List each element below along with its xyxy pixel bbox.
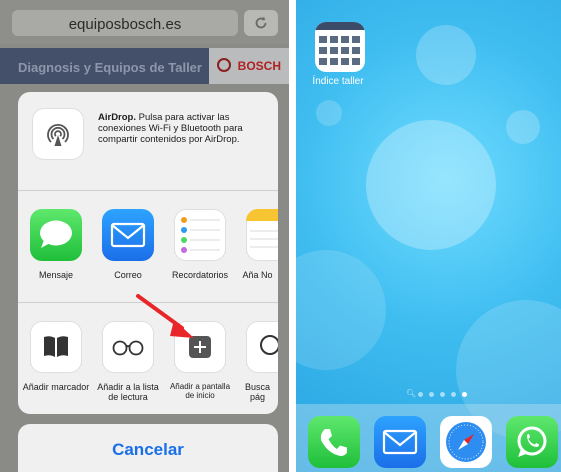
airdrop-title: AirDrop. (98, 112, 136, 123)
share-app-notes[interactable]: Aña No (237, 209, 278, 280)
messages-icon (30, 209, 82, 261)
airdrop-description: AirDrop. Pulsa para activar las conexion… (98, 112, 270, 145)
share-app-messages[interactable]: Mensaje (21, 209, 91, 280)
home-screen: Índice taller 🔍︎ (296, 0, 561, 472)
share-app-mail[interactable]: Correo (93, 209, 163, 280)
page-dot (429, 392, 434, 397)
action-search-page[interactable]: Busca pág (237, 321, 278, 402)
action-label: Añadir marcador (22, 382, 90, 392)
home-app-indice-taller[interactable]: Índice taller (312, 22, 368, 87)
share-app-label: Correo (114, 270, 142, 280)
share-sheet-screen: equiposbosch.es Diagnosis y Equipos de T… (0, 0, 289, 472)
reload-button[interactable] (244, 10, 278, 36)
reload-icon (255, 16, 267, 29)
action-label: Busca pág (244, 382, 270, 402)
search-icon (246, 321, 278, 373)
whatsapp-icon[interactable] (506, 416, 558, 468)
share-app-reminders[interactable]: Recordatorios (165, 209, 235, 280)
page-dot (418, 392, 423, 397)
action-label: Añadir a pantalla de inicio (169, 382, 231, 400)
home-app-label: Índice taller (312, 76, 364, 87)
mail-icon (102, 209, 154, 261)
share-app-label: Recordatorios (171, 270, 229, 280)
phone-icon[interactable] (308, 416, 360, 468)
browser-address-bar: equiposbosch.es (0, 0, 289, 44)
airdrop-row[interactable]: AirDrop. Pulsa para activar las conexion… (18, 92, 278, 191)
bosch-logo-icon (217, 58, 231, 72)
cancel-button-label: Cancelar (112, 440, 184, 459)
reminders-icon (174, 209, 226, 261)
share-app-label: Aña No (242, 270, 273, 280)
safari-icon[interactable] (440, 416, 492, 468)
wallpaper-bubble (296, 250, 386, 370)
web-clip-thumbnail-icon (315, 22, 365, 72)
wallpaper-bubble (316, 100, 342, 126)
bosch-brand-text: BOSCH (237, 59, 281, 73)
website-banner-text: Diagnosis y Equipos de Taller (18, 60, 202, 75)
page-dot (440, 392, 445, 397)
spotlight-search-icon: 🔍︎ (406, 389, 417, 398)
url-text: equiposbosch.es (68, 16, 182, 33)
airdrop-icon (32, 108, 84, 160)
page-dot-active (462, 392, 467, 397)
bookmark-icon (30, 321, 82, 373)
action-add-bookmark[interactable]: Añadir marcador (21, 321, 91, 392)
share-sheet: AirDrop. Pulsa para activar las conexion… (18, 92, 278, 414)
page-dot (451, 392, 456, 397)
share-apps-row: Mensaje Correo Recordatorios Aña No (18, 191, 278, 303)
mail-icon[interactable] (374, 416, 426, 468)
action-label: Añadir a la lista de lectura (97, 382, 159, 402)
wallpaper-bubble (506, 110, 540, 144)
bosch-brand-area: BOSCH (209, 48, 289, 84)
red-arrow-icon (136, 294, 194, 338)
dock (296, 404, 561, 472)
wallpaper-bubble (366, 120, 496, 250)
share-app-label: Mensaje (38, 270, 74, 280)
website-banner: Diagnosis y Equipos de Taller BOSCH (0, 48, 289, 84)
cancel-button[interactable]: Cancelar (18, 424, 278, 472)
notes-icon (246, 209, 278, 261)
wallpaper-bubble (416, 25, 476, 85)
